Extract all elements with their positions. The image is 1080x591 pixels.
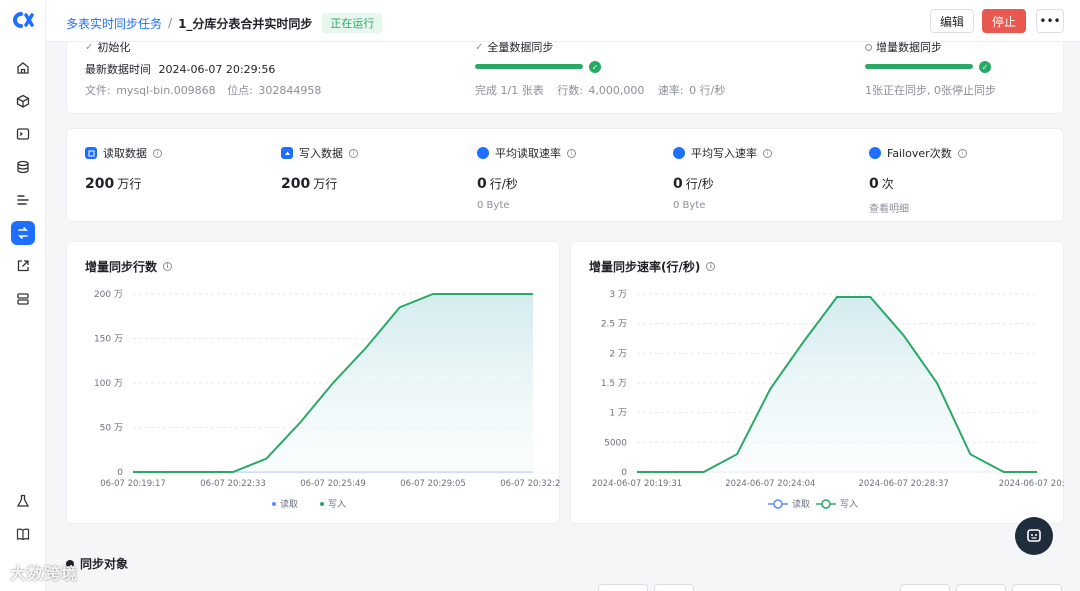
cube-icon[interactable] [11, 89, 35, 113]
check-icon: ✓ [475, 41, 484, 53]
breadcrumb-parent-link[interactable]: 多表实时同步任务 [66, 15, 162, 32]
metric-write-data: 写入数据 i 200 万行 [281, 145, 461, 192]
y-tick-label: 5000 [604, 438, 627, 448]
full-sync-progress-bar [475, 64, 583, 69]
metrics-card: 读取数据 i 200 万行 写入数据 i 200 万行 平均读取速率 i 0 行/秒 … [66, 128, 1064, 222]
metric-avg-read-rate: 平均读取速率 i 0 行/秒 0 Byte [477, 145, 657, 211]
x-tick-label: 06-07 20:29:05 [400, 479, 466, 489]
book-icon[interactable] [11, 522, 35, 546]
robot-icon [1027, 529, 1041, 542]
more-button[interactable]: ••• [1036, 9, 1064, 33]
chart-incr-rate[interactable]: 0 5000 1 万 1.5 万 2 万 2.5 万 3 万 2024-06-07 20:19… [571, 242, 1065, 525]
assistant-fab[interactable] [1015, 517, 1053, 555]
sidebar [0, 0, 46, 591]
y-tick-label: 100 万 [94, 379, 123, 389]
app-logo[interactable] [12, 11, 34, 29]
info-icon[interactable]: i [349, 148, 358, 158]
incr-sync-progress-bar [865, 64, 973, 69]
stage-init-title: ✓ 初始化 [85, 41, 131, 54]
home-icon[interactable] [11, 56, 35, 80]
filter-pill[interactable] [956, 584, 1006, 591]
chart-card-incr-rows: 增量同步行数 i 0 50 万 100 万 150 万 200 万 06-07 20:19… [66, 241, 561, 525]
top-header: 多表实时同步任务 / 1_分库分表合并实时同步 正在运行 编辑 停止 ••• [46, 0, 1080, 42]
read-data-icon [85, 147, 97, 159]
x-tick-label: 2024-06-07 20:24:04 [725, 479, 815, 489]
x-tick-label: 06-07 20:32:21 [500, 479, 561, 489]
legend-marker [773, 499, 783, 509]
y-tick-label: 1 万 [609, 409, 627, 419]
info-icon[interactable]: i [153, 148, 162, 158]
edit-button[interactable]: 编辑 [930, 9, 974, 33]
legend-label: 写入 [328, 499, 346, 510]
y-tick-label: 1.5 万 [601, 379, 627, 389]
incr-sync-status: 1张正在同步, 0张停止同步 [865, 84, 996, 97]
info-icon[interactable]: i [763, 148, 772, 158]
y-tick-label: 2.5 万 [601, 320, 627, 330]
info-icon[interactable]: i [567, 148, 576, 158]
view-details-link[interactable]: 查看明细 [869, 200, 1049, 215]
full-sync-stats: 完成 1/1 张表 行数: 4,000,000 速率: 0 行/秒 [475, 84, 726, 97]
binlog-position-row: 文件: mysql-bin.009868 位点: 302844958 [85, 84, 322, 97]
stop-button[interactable]: 停止 [982, 9, 1026, 33]
filter-pill[interactable] [654, 584, 694, 591]
chart-card-incr-rate: 增量同步速率(行/秒) i 0 5000 1 万 1.5 万2 万 2.5 万3 万 20… [570, 241, 1065, 525]
sync-task-icon[interactable] [11, 221, 35, 245]
check-circle-icon: ✓ [589, 61, 601, 73]
y-tick-label: 0 [117, 468, 123, 478]
y-tick-label: 200 万 [94, 290, 123, 300]
breadcrumb: 多表实时同步任务 / 1_分库分表合并实时同步 正在运行 [66, 13, 383, 33]
watermark: 大数跨境 [10, 564, 79, 583]
check-icon: ✓ [85, 41, 94, 53]
metric-avg-write-rate: 平均写入速率 i 0 行/秒 0 Byte [673, 145, 853, 211]
x-tick-label: 06-07 20:22:33 [200, 479, 266, 489]
write-data-icon [281, 147, 293, 159]
pending-circle-icon [865, 43, 872, 51]
x-tick-label: 2024-06-07 20:19:31 [592, 479, 682, 489]
info-icon[interactable]: i [957, 148, 967, 158]
chart-incr-rows[interactable]: 0 50 万 100 万 150 万 200 万 06-07 20:19:17 06-07 … [67, 242, 561, 525]
list-icon[interactable] [11, 188, 35, 212]
legend-marker [821, 499, 831, 509]
y-tick-label: 50 万 [100, 424, 123, 434]
read-rate-icon [477, 147, 489, 159]
write-rate-icon [673, 147, 685, 159]
x-tick-label: 06-07 20:19:17 [100, 479, 166, 489]
stage-incr-title: 增量数据同步 [865, 39, 942, 55]
y-tick-label: 2 万 [609, 349, 627, 359]
failover-icon [869, 147, 881, 159]
breadcrumb-separator: / [168, 16, 173, 30]
legend-label: 读取 [792, 498, 810, 510]
legend-label: 写入 [840, 499, 858, 510]
metric-read-data: 读取数据 i 200 万行 [85, 145, 265, 192]
y-tick-label: 0 [621, 468, 627, 478]
x-tick-label: 2024-06-07 20:33 [999, 479, 1065, 489]
filter-pill[interactable] [598, 584, 648, 591]
sync-stages-card: ✓ 初始化 最新数据时间 2024-06-07 20:29:56 文件: mys… [66, 39, 1064, 114]
legend-label: 读取 [280, 498, 298, 510]
y-tick-label: 3 万 [609, 290, 627, 300]
legend-marker [272, 502, 276, 506]
stage-full-title: ✓ 全量数据同步 [475, 41, 554, 54]
x-tick-label: 06-07 20:25:49 [300, 479, 366, 489]
server-icon[interactable] [11, 287, 35, 311]
legend-marker [320, 502, 324, 506]
page-title: 1_分库分表合并实时同步 [178, 16, 313, 31]
check-circle-icon: ✓ [979, 61, 991, 73]
database-icon[interactable] [11, 155, 35, 179]
metric-failover-count: Failover次数 i 0次 查看明细 [869, 145, 1049, 215]
y-tick-label: 150 万 [94, 335, 123, 345]
terminal-icon[interactable] [11, 122, 35, 146]
filter-pill[interactable] [1012, 584, 1062, 591]
latest-time-row: 最新数据时间 2024-06-07 20:29:56 [85, 63, 276, 76]
x-tick-label: 2024-06-07 20:28:37 [859, 479, 949, 489]
filter-pill[interactable] [900, 584, 950, 591]
export-icon[interactable] [11, 254, 35, 278]
status-badge: 正在运行 [322, 13, 383, 33]
flask-icon[interactable] [11, 489, 35, 513]
